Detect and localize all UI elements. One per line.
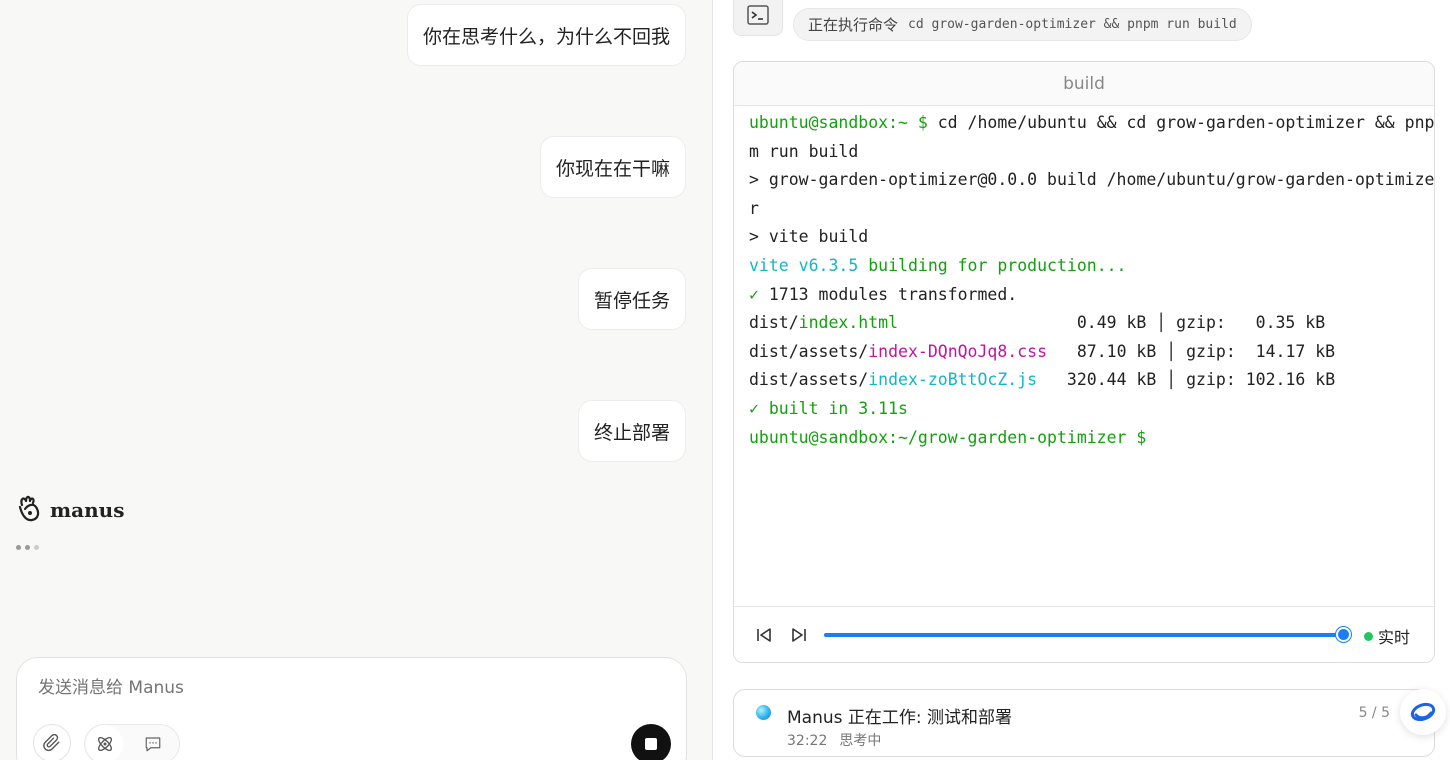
playback-handle[interactable] <box>1336 627 1352 642</box>
skip-back-button[interactable] <box>754 625 774 645</box>
terminal-line: ubuntu@sandbox:~/grow-garden-optimizer $ <box>749 427 1147 447</box>
terminal-line: ✓ built in 3.11s <box>749 398 908 418</box>
mode-toggle <box>84 724 180 760</box>
stop-button[interactable] <box>631 724 671 760</box>
terminal-line: vite v6.3.5 building for production... <box>749 255 1127 275</box>
terminal-line: m run build <box>749 141 859 161</box>
task-elapsed-time: 32:22 <box>787 733 828 749</box>
manus-logo-icon <box>16 493 42 527</box>
assistant-name: manus <box>50 498 125 522</box>
user-message: 你在思考什么，为什么不回我 <box>406 4 686 66</box>
terminal-title: build <box>734 62 1434 106</box>
terminal-line: > grow-garden-optimizer@0.0.0 build /hom… <box>749 170 1435 190</box>
terminal-line: ubuntu@sandbox:~ $ cd /home/ubuntu && cd… <box>749 113 1435 132</box>
user-message: 终止部署 <box>577 400 686 462</box>
attach-button[interactable] <box>33 724 71 760</box>
terminal-line: dist/assets/index-zoBttOcZ.js 320.44 kB … <box>749 370 1336 390</box>
playback-progress <box>824 633 1345 637</box>
assistant-float-button[interactable] <box>1400 689 1446 735</box>
live-indicator[interactable]: 实时 <box>1364 624 1410 648</box>
computer-pane: 正在执行命令 cd grow-garden-optimizer && pnpm … <box>713 0 1450 760</box>
agent-mode-button[interactable] <box>87 725 123 760</box>
message-composer <box>16 657 687 760</box>
action-pill[interactable]: 正在执行命令 cd grow-garden-optimizer && pnpm … <box>793 8 1252 41</box>
typing-indicator <box>16 545 39 550</box>
assistant-header: manus <box>16 493 124 527</box>
task-status-title: Manus 正在工作: 测试和部署 <box>787 708 1013 728</box>
task-step-count: 5 / 5 <box>1358 705 1390 721</box>
skip-back-icon <box>757 628 771 642</box>
user-message: 你现在在干嘛 <box>539 136 686 198</box>
playback-bar: 实时 <box>734 606 1434 662</box>
task-status-meta: 32:22 思考中 <box>787 730 881 750</box>
swirl-logo-icon <box>1410 702 1436 722</box>
user-message: 暂停任务 <box>577 268 686 330</box>
action-label: 正在执行命令 <box>808 16 899 34</box>
paperclip-icon <box>43 734 60 752</box>
terminal-line: ✓ 1713 modules transformed. <box>749 284 1018 304</box>
terminal-line: r <box>749 198 759 218</box>
terminal-line: dist/assets/index-DQnQoJq8.css 87.10 kB … <box>749 341 1336 361</box>
stop-icon <box>645 738 657 750</box>
task-state: 思考中 <box>839 733 882 749</box>
message-input[interactable] <box>38 678 638 698</box>
chat-pane: 你在思考什么，为什么不回我 你现在在干嘛 暂停任务 终止部署 manus <box>0 0 712 760</box>
terminal-window: build ubuntu@sandbox:~ $ cd /home/ubuntu… <box>733 61 1435 663</box>
terminal-icon <box>733 0 783 36</box>
terminal-line: dist/index.html 0.49 kB │ gzip: 0.35 kB <box>749 313 1326 333</box>
live-dot-icon <box>1364 631 1373 641</box>
terminal-output: ubuntu@sandbox:~ $ cd /home/ubuntu && cd… <box>734 106 1434 452</box>
task-status-card[interactable]: Manus 正在工作: 测试和部署 32:22 思考中 5 / 5 <box>733 689 1435 757</box>
playback-slider[interactable] <box>824 627 1352 642</box>
skip-forward-button[interactable] <box>789 625 809 645</box>
chat-bubble-icon <box>145 737 161 752</box>
action-command: cd grow-garden-optimizer && pnpm run bui… <box>908 17 1237 32</box>
terminal-line: > vite build <box>749 227 869 247</box>
live-label: 实时 <box>1378 628 1411 647</box>
skip-forward-icon <box>792 628 806 642</box>
status-orb-icon <box>756 705 771 720</box>
chat-mode-button[interactable] <box>135 725 171 760</box>
atom-icon <box>97 736 113 752</box>
